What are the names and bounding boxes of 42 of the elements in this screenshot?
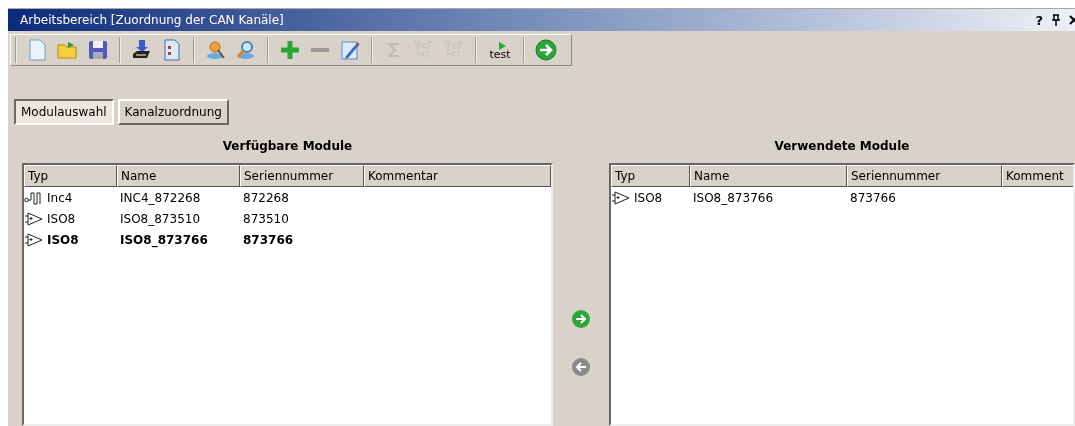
column-header[interactable]: Name bbox=[690, 165, 847, 187]
tab[interactable]: Kanalzuordnung bbox=[117, 99, 229, 125]
arrow-right-icon bbox=[571, 309, 591, 329]
section-title: Verfügbare Module bbox=[222, 139, 353, 153]
help-button[interactable]: ? bbox=[1035, 12, 1043, 28]
column-header[interactable]: Name bbox=[117, 165, 240, 187]
table-cell-text: ISO8_873766 bbox=[692, 190, 775, 205]
table-cell-text: 873766 bbox=[242, 232, 295, 247]
table-cell: Inc4 bbox=[47, 190, 73, 205]
column-header[interactable]: Typ bbox=[611, 165, 690, 187]
table-cell: ISO8 bbox=[47, 211, 76, 226]
table-cell-text: INC4_872268 bbox=[119, 190, 202, 205]
column-header[interactable]: Kommentar bbox=[364, 165, 551, 187]
column-header[interactable]: Typ bbox=[24, 165, 117, 187]
table-cell: ISO8 bbox=[47, 232, 79, 247]
column-header[interactable]: Seriennummer bbox=[240, 165, 364, 187]
section-title: Verwendete Module bbox=[774, 139, 910, 153]
arrow-left-icon bbox=[571, 357, 591, 377]
plus-icon bbox=[278, 38, 302, 62]
table-cell-text: 872268 bbox=[242, 190, 290, 205]
pin-icon bbox=[1051, 14, 1061, 26]
pencil-icon bbox=[338, 38, 362, 62]
amplifier-icon bbox=[24, 232, 44, 247]
amplifier-icon bbox=[24, 211, 44, 226]
test-button[interactable]: test bbox=[485, 37, 515, 63]
column-header[interactable]: Komment bbox=[1002, 165, 1073, 187]
save-icon bbox=[86, 38, 110, 62]
table-cell: ISO8 bbox=[634, 190, 663, 205]
window-title: Arbeitsbereich [Zuordnung der CAN Kanäle] bbox=[20, 13, 285, 27]
tab[interactable]: Modulauswahl bbox=[14, 99, 114, 125]
table-cell-text: 873510 bbox=[242, 211, 290, 226]
pulse-icon bbox=[24, 190, 44, 205]
arrow-right-icon bbox=[534, 38, 558, 62]
table-cell-text: ISO8_873766 bbox=[119, 232, 209, 247]
amplifier-icon bbox=[611, 190, 631, 205]
add-button[interactable] bbox=[571, 309, 591, 329]
table-cell-text: ISO8_873510 bbox=[119, 211, 202, 226]
close-icon bbox=[1069, 14, 1075, 26]
column-header[interactable]: Seriennummer bbox=[847, 165, 1002, 187]
table-cell-text: 873766 bbox=[849, 190, 897, 205]
minus-icon bbox=[311, 48, 329, 52]
toolbar-button[interactable] bbox=[533, 37, 559, 63]
